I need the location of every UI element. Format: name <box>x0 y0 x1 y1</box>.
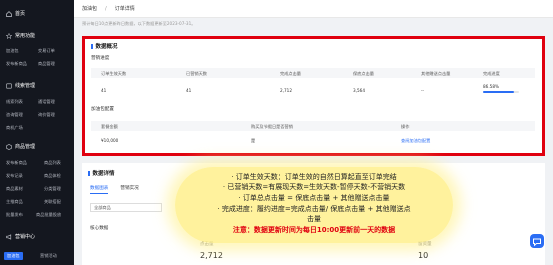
details-tabs: 数据图表 营销实况 <box>90 185 139 194</box>
sidebar-item-batch-publish[interactable]: 批量发布 <box>6 212 23 218</box>
sidebar-item-products[interactable]: 商品管理 <box>38 61 55 67</box>
sidebar-group-common-label: 常用功能 <box>15 33 36 39</box>
chat-icon <box>533 238 541 247</box>
overview-title: 数据概况 <box>91 42 118 50</box>
sidebar-home-label: 首页 <box>15 11 26 17</box>
sidebar-home[interactable]: 首页 <box>6 10 25 17</box>
header-effective-days: 订单生效天数 <box>101 71 127 76</box>
overlay-note: 注意：数据更新时间为每日10:00更新前一天的数据 <box>232 226 396 234</box>
value-holiday-marketing: 是 <box>251 138 256 143</box>
header-guaranteed-clicks: 保底点击量 <box>353 71 374 76</box>
progress-bar <box>483 91 519 93</box>
sidebar-item-health[interactable]: 商品体检 <box>44 173 61 179</box>
update-notice: 预计每日10点更新昨日数据，以下数据更新至2023-07-31。 <box>82 21 196 26</box>
box-icon <box>6 143 12 150</box>
value-package-amount: ¥10,000 <box>101 138 119 143</box>
leads-icon <box>6 83 12 89</box>
breadcrumb: 加油包 / 订单详情 <box>74 0 553 18</box>
metric-clicks-value: 2,712 <box>200 251 223 260</box>
overview-panel: 数据概况 营销进度 订单生效天数 已营销天数 完成点击量 保底点击量 其他赠送点… <box>82 36 545 156</box>
sidebar-item-lead-list[interactable]: 线索列表 <box>6 99 23 105</box>
sidebar-item-campaigns[interactable]: 营销活动 <box>40 253 57 259</box>
sidebar-item-bundle[interactable]: 关联搭配 <box>44 199 61 205</box>
sidebar-group-product[interactable]: 商品管理 <box>6 143 35 150</box>
sidebar-group-product-label: 商品管理 <box>15 144 36 150</box>
sidebar-item-category[interactable]: 分类管理 <box>44 186 61 192</box>
overlay-line-4: · 完成进度：履约进度=完成点击量/ 保底点击量 + 其他赠送点 <box>217 205 411 213</box>
overlay-line-1: · 订单生效天数：订单生效的自然日算起直至订单完结 <box>231 173 397 181</box>
annotation-overlay: · 订单生效天数：订单生效的自然日算起直至订单完结 · 已营销天数=有展现天数=… <box>175 167 453 243</box>
tab-marketing-live[interactable]: 营销实况 <box>120 185 138 194</box>
sidebar-group-common[interactable]: 常用功能 <box>5 32 36 39</box>
sidebar-item-calls[interactable]: 通话管理 <box>38 99 55 105</box>
sidebar-group-marketing-label: 营销中心 <box>15 234 36 240</box>
star-icon <box>5 32 13 39</box>
header-holiday-marketing: 购买及节假日是否营销 <box>251 124 293 129</box>
sidebar-group-marketing[interactable]: 营销中心 <box>6 233 35 240</box>
sidebar-item-publish-log[interactable]: 发布记录 <box>6 173 23 179</box>
sidebar-item-orders[interactable]: 交易订单 <box>38 48 55 54</box>
sidebar-item-product-list[interactable]: 商品列表 <box>44 160 61 166</box>
progress-table-header: 订单生效天数 已营销天数 完成点击量 保底点击量 其他赠送点击量 完成进度 <box>91 68 535 78</box>
sidebar-group-leads-label: 线索管理 <box>15 83 36 89</box>
config-table-header: 套餐金额 购买及节假日是否营销 操作 <box>91 121 535 131</box>
sidebar-item-marketing-fuel-pack[interactable]: 加油包 <box>4 252 23 260</box>
value-guaranteed-clicks: 3,564 <box>353 88 365 93</box>
metric-leads-value: 10 <box>418 251 429 260</box>
breadcrumb-fuel-pack[interactable]: 加油包 <box>82 5 97 12</box>
sidebar-item-consult[interactable]: 咨询管理 <box>6 112 23 118</box>
progress-bar-fill <box>483 91 515 93</box>
product-select[interactable]: 全部商品 <box>90 203 162 212</box>
value-effective-days: 41 <box>101 88 107 93</box>
sidebar-item-batch-ads[interactable]: 商品批量投放 <box>36 212 61 218</box>
header-marketed-days: 已营销天数 <box>186 71 207 76</box>
value-completed-clicks: 2,712 <box>280 88 292 93</box>
config-title: 加油包配置 <box>91 107 114 112</box>
value-bonus-clicks: -- <box>421 88 425 93</box>
breadcrumb-separator: / <box>105 5 107 12</box>
header-actions: 操作 <box>401 124 410 129</box>
header-package-amount: 套餐金额 <box>101 124 118 129</box>
sidebar-item-fuel-pack[interactable]: 加油包 <box>6 48 19 54</box>
progress-title: 营销进度 <box>91 56 110 61</box>
overlay-line-3: · 订单总点击量 = 保底点击量 + 其他赠送点击量 <box>238 194 390 202</box>
overlay-line-5: 击量 <box>307 215 321 223</box>
breadcrumb-order-detail: 订单详情 <box>114 6 135 12</box>
overlay-line-2: · 已营销天数=有展现天数=生效天数-暂停天数-不营销天数 <box>222 183 406 191</box>
header-bonus-clicks: 其他赠送点击量 <box>421 71 451 76</box>
sidebar-item-inquiry[interactable]: 询价管理 <box>38 112 55 118</box>
header-completed-clicks: 完成点击量 <box>280 71 301 76</box>
chat-help-button[interactable] <box>530 234 544 248</box>
sidebar: 首页 常用功能 加油包 交易订单 发布新商品 商品管理 线索管理 线索列表 通话… <box>0 0 74 265</box>
megaphone-icon <box>6 233 12 240</box>
tab-data-chart[interactable]: 数据图表 <box>90 185 109 194</box>
header-progress: 完成进度 <box>483 71 500 76</box>
value-marketed-days: 41 <box>186 88 192 93</box>
sidebar-item-publish[interactable]: 发布新商品 <box>6 61 27 67</box>
sidebar-item-new-product[interactable]: 发布新商品 <box>6 160 27 166</box>
sidebar-group-leads[interactable]: 线索管理 <box>6 82 35 89</box>
view-config-link[interactable]: 查阅加油包配置 <box>401 138 430 144</box>
details-title: 数据详情 <box>88 169 115 177</box>
home-icon <box>6 10 12 17</box>
sidebar-item-opportunity[interactable]: 商机广场 <box>6 125 23 131</box>
sidebar-item-material[interactable]: 商品素材 <box>6 186 23 192</box>
value-progress: 86.58% <box>483 84 499 89</box>
product-select-value: 全部商品 <box>94 205 111 210</box>
sidebar-item-featured[interactable]: 主推商品 <box>6 199 23 205</box>
core-data-title: 核心数据 <box>90 226 109 231</box>
